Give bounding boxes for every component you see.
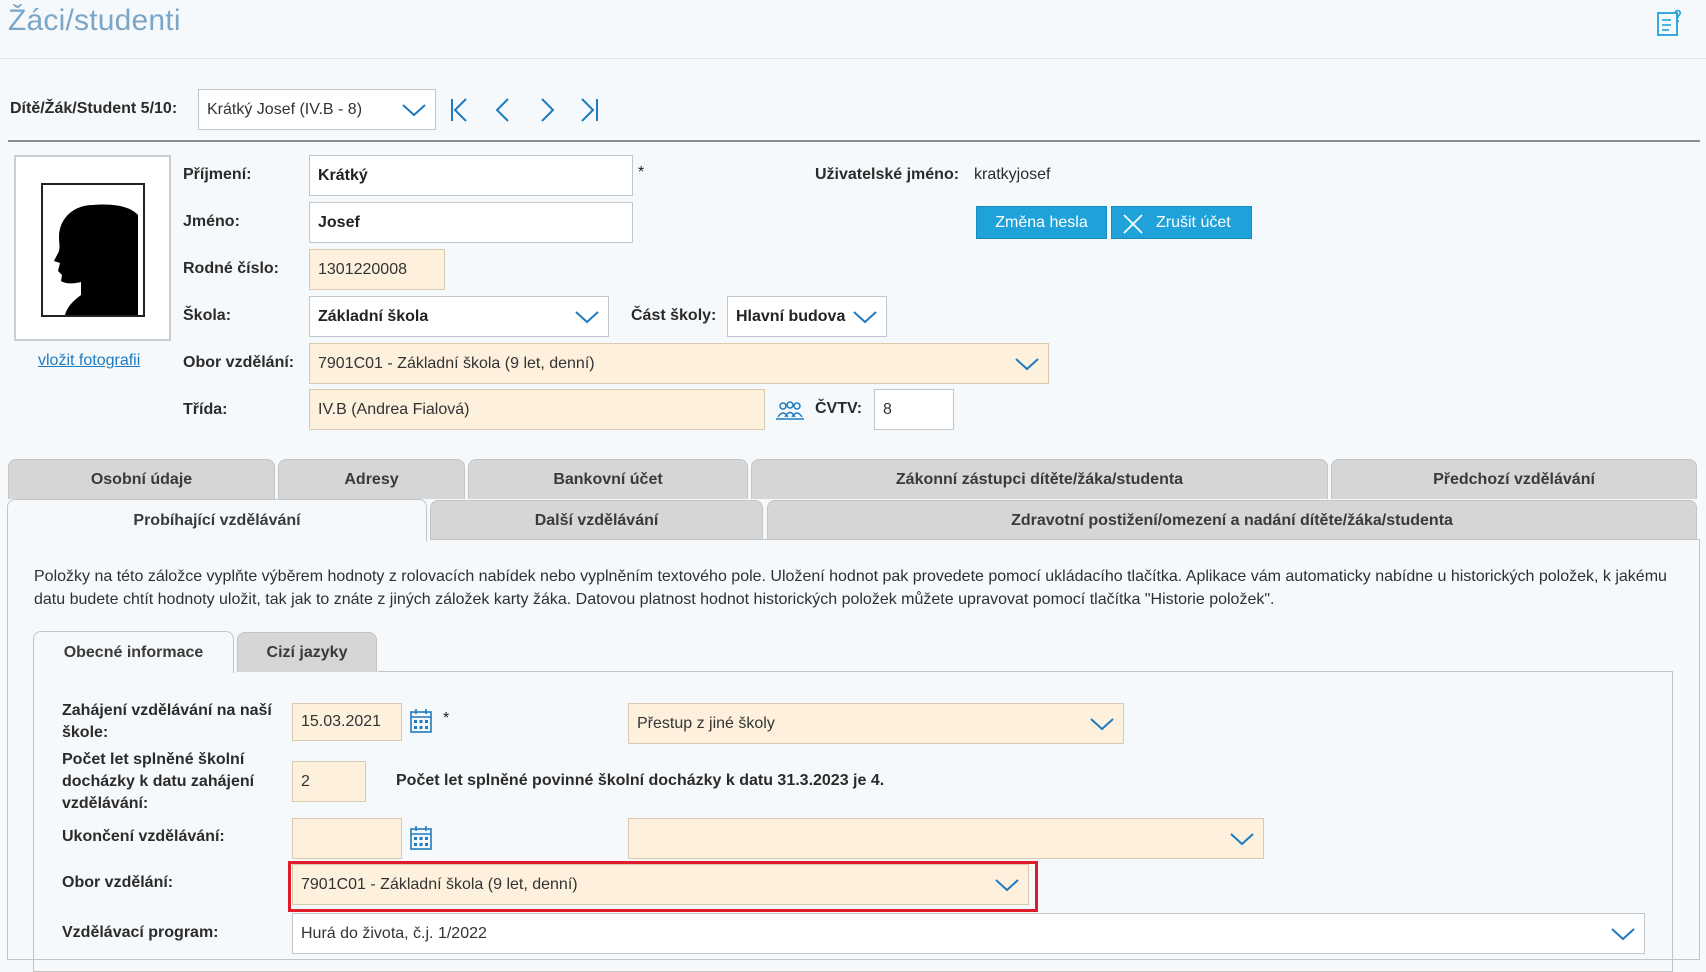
surname-label: Příjmení: (183, 166, 252, 183)
surname-input[interactable]: Krátký (309, 155, 633, 196)
page-title: Žáci/studenti (8, 4, 181, 37)
subtab-general-info[interactable]: Obecné informace (33, 631, 234, 673)
end-reason-select[interactable] (628, 818, 1264, 859)
tab-disabilities-talents[interactable]: Zdravotní postižení/omezení a nadání dít… (767, 500, 1697, 540)
tab-bank-account[interactable]: Bankovní účet (468, 459, 748, 499)
chevron-down-icon (575, 310, 599, 323)
student-select-value: Krátký Josef (IV.B - 8) (207, 100, 363, 118)
completed-years-note: Počet let splněné povinné školní docházk… (396, 772, 885, 789)
header-divider (0, 58, 1706, 59)
subtab-panel-border (378, 671, 1673, 672)
start-required-mark: * (443, 710, 450, 727)
next-record-icon[interactable] (536, 96, 558, 124)
completed-years-input[interactable]: 2 (292, 761, 366, 802)
tab-personal-data[interactable]: Osobní údaje (8, 459, 275, 499)
class-label: Třída: (183, 401, 228, 418)
school-select-value: Základní škola (318, 307, 429, 325)
education-program-value: Hurá do života, č.j. 1/2022 (301, 924, 487, 942)
chevron-down-icon (1015, 357, 1039, 370)
firstname-input[interactable]: Josef (309, 202, 633, 243)
edu-field-of-study-label: Obor vzdělání: (62, 874, 174, 891)
cancel-account-button[interactable]: Zrušit účet (1111, 206, 1252, 239)
tab-legal-guardians[interactable]: Zákonní zástupci dítěte/žáka/studenta (751, 459, 1328, 499)
chevron-down-icon (1090, 717, 1114, 730)
birth-number-label: Rodné číslo: (183, 260, 280, 277)
first-record-icon[interactable] (449, 96, 471, 124)
last-record-icon[interactable] (578, 96, 600, 124)
chevron-down-icon (402, 103, 426, 116)
completed-years-label: Počet let splněné školní docházky k datu… (62, 751, 255, 812)
cvtv-label: ČVTV: (815, 400, 863, 417)
education-program-select[interactable]: Hurá do života, č.j. 1/2022 (292, 913, 1645, 954)
cancel-account-label: Zrušit účet (1156, 213, 1231, 231)
close-icon (1123, 214, 1143, 234)
student-select[interactable]: Krátký Josef (IV.B - 8) (198, 89, 436, 130)
tab-further-education[interactable]: Další vzdělávání (430, 500, 763, 540)
username-label: Uživatelské jméno: (815, 166, 960, 183)
change-password-button[interactable]: Změna hesla (976, 206, 1107, 239)
field-of-study-select-value: 7901C01 - Základní škola (9 let, denní) (318, 354, 595, 372)
student-photo (14, 155, 171, 341)
navigator-divider (8, 140, 1700, 142)
start-date-input[interactable]: 15.03.2021 (292, 703, 402, 741)
chevron-down-icon (1230, 832, 1254, 845)
school-select[interactable]: Základní škola (309, 296, 609, 337)
subtab-foreign-languages[interactable]: Cizí jazyky (237, 632, 377, 672)
cvtv-input[interactable]: 8 (874, 389, 954, 430)
end-date-input[interactable] (292, 818, 402, 859)
chevron-down-icon (853, 310, 877, 323)
birth-number-input[interactable]: 1301220008 (309, 249, 445, 290)
tab-panel-border (430, 539, 1700, 540)
school-label: Škola: (183, 307, 232, 324)
start-education-label: Zahájení vzdělávání na naší škole: (62, 702, 272, 741)
previous-record-icon[interactable] (493, 96, 515, 124)
school-part-label: Část školy: (631, 307, 717, 324)
start-reason-select[interactable]: Přestup z jiné školy (628, 703, 1124, 744)
school-part-select[interactable]: Hlavní budova (727, 296, 887, 337)
end-education-label: Ukončení vzdělávání: (62, 828, 225, 845)
firstname-label: Jméno: (183, 213, 240, 230)
required-mark: * (638, 164, 645, 181)
calendar-icon[interactable] (409, 708, 433, 734)
field-of-study-label: Obor vzdělání: (183, 354, 295, 371)
field-of-study-select[interactable]: 7901C01 - Základní škola (9 let, denní) (309, 343, 1049, 384)
school-part-select-value: Hlavní budova (736, 307, 846, 325)
class-members-icon[interactable] (775, 397, 805, 423)
highlight-frame (288, 861, 1038, 912)
education-program-label: Vzdělávací program: (62, 924, 219, 941)
help-document-icon[interactable] (1656, 8, 1684, 38)
silhouette-placeholder-icon (41, 183, 145, 317)
class-input[interactable]: IV.B (Andrea Fialová) (309, 389, 765, 430)
calendar-icon[interactable] (409, 825, 433, 851)
start-reason-select-value: Přestup z jiné školy (637, 714, 775, 732)
tab-current-education[interactable]: Probíhající vzdělávání (7, 499, 427, 541)
info-text: Položky na této záložce vyplňte výběrem … (34, 568, 1667, 608)
username-value: kratkyjosef (974, 166, 1051, 183)
chevron-down-icon (1611, 927, 1635, 940)
student-nav-label: Dítě/Žák/Student 5/10: (10, 100, 178, 117)
insert-photo-link[interactable]: vložit fotografii (38, 352, 140, 370)
tab-previous-education[interactable]: Předchozí vzdělávání (1331, 459, 1697, 499)
tab-addresses[interactable]: Adresy (278, 459, 465, 499)
